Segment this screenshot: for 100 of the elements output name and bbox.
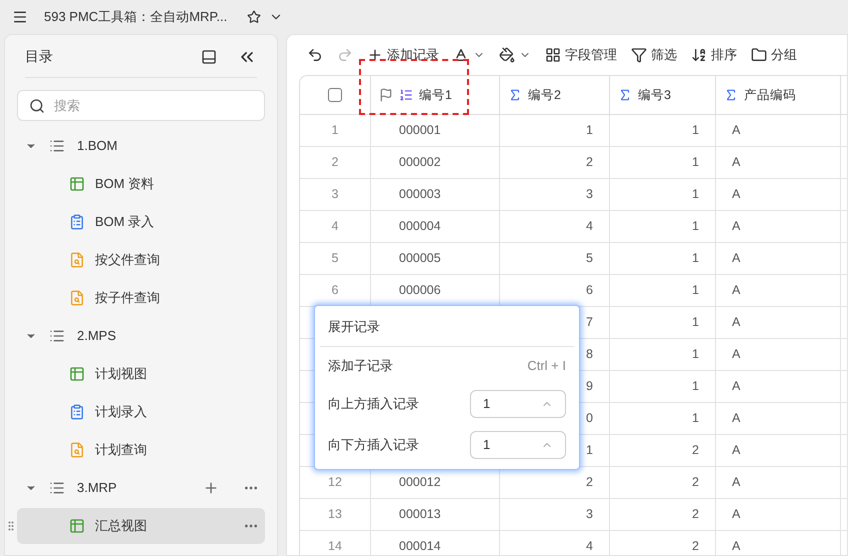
table-cell-text: 3 bbox=[586, 506, 593, 524]
tree-folder[interactable]: 2.MPS bbox=[17, 317, 265, 355]
row-number: 14 bbox=[328, 538, 342, 555]
select-all-checkbox[interactable] bbox=[328, 88, 342, 102]
menu-item[interactable]: 展开记录 bbox=[320, 310, 574, 344]
tree-item[interactable]: 计划视图 bbox=[17, 356, 265, 392]
window-title: 593 PMC工具箱：全自动MRP... bbox=[44, 8, 228, 26]
table-cell-text: 1 bbox=[692, 410, 699, 428]
table-cell-text: 2 bbox=[692, 506, 699, 524]
column-title: 编号2 bbox=[528, 86, 561, 104]
column-header[interactable]: 编号2 bbox=[500, 76, 610, 114]
number-input[interactable]: 1 bbox=[470, 430, 566, 458]
table-cell-text: A bbox=[732, 474, 740, 492]
table-cell-text: 2 bbox=[586, 154, 593, 172]
undo-icon[interactable] bbox=[307, 47, 323, 63]
item-label: BOM 资料 bbox=[95, 175, 156, 194]
toolbar-button[interactable] bbox=[499, 47, 531, 63]
folder-label: 1.BOM bbox=[77, 137, 118, 156]
table-cell-text: 2 bbox=[692, 538, 699, 555]
table-cell-text: 1 bbox=[692, 218, 699, 236]
table-cell-text: 4 bbox=[586, 538, 593, 555]
list-icon bbox=[49, 480, 65, 496]
menu-item-label: 向下方插入记录 bbox=[328, 436, 420, 454]
table-cell-text: 1 bbox=[692, 346, 699, 364]
table-icon bbox=[69, 518, 85, 534]
menu-icon[interactable] bbox=[12, 9, 28, 25]
menu-item-label: 添加子记录 bbox=[328, 357, 394, 376]
shortcut-label: Ctrl + I bbox=[527, 357, 566, 376]
sigma-icon bbox=[724, 88, 738, 102]
tree-item[interactable]: 计划查询 bbox=[17, 432, 265, 468]
search-field[interactable]: 搜索 bbox=[17, 90, 265, 121]
panel-icon[interactable] bbox=[201, 48, 217, 64]
tree-folder[interactable]: 1.BOM bbox=[17, 127, 265, 165]
table-cell-text: 2 bbox=[586, 474, 593, 492]
star-icon[interactable] bbox=[247, 10, 262, 24]
column-header[interactable]: 编号1 bbox=[371, 76, 500, 114]
table-cell-text: A bbox=[732, 442, 740, 460]
table-cell-text: 1 bbox=[586, 442, 593, 460]
row-number: 2 bbox=[332, 154, 338, 172]
tree-item[interactable]: 计划录入 bbox=[17, 394, 265, 430]
filter-icon bbox=[631, 47, 647, 63]
column-header[interactable]: 产品编码 bbox=[716, 76, 841, 114]
sidebar-title: 目录 bbox=[25, 47, 54, 66]
menu-item-label: 向上方插入记录 bbox=[328, 394, 420, 413]
item-label: 按父件查询 bbox=[95, 251, 161, 270]
table-cell-text: 1 bbox=[692, 186, 699, 204]
paint-bucket-icon bbox=[499, 47, 515, 63]
number-input[interactable]: 1 bbox=[470, 390, 566, 418]
table-cell-text: A bbox=[732, 122, 740, 140]
table-cell-text: 1 bbox=[586, 122, 593, 140]
clipboard-icon bbox=[69, 404, 85, 420]
table-cell-text: 6 bbox=[586, 282, 593, 300]
table-cell-text: 000004 bbox=[399, 218, 441, 236]
column-header[interactable]: 编号3 bbox=[610, 76, 716, 114]
column-title: 编号3 bbox=[638, 86, 671, 104]
row-number: 1 bbox=[332, 122, 338, 140]
table-cell-text: 7 bbox=[586, 314, 593, 332]
folder-label: 3.MRP bbox=[77, 479, 118, 498]
tree-item[interactable]: 按子件查询 bbox=[17, 280, 265, 316]
table-cell-text: A bbox=[732, 282, 740, 300]
table-cell-text: 3 bbox=[586, 186, 593, 204]
table-cell-text: 1 bbox=[692, 250, 699, 268]
tree-item[interactable]: BOM 资料 bbox=[17, 166, 265, 202]
table-cell-text: A bbox=[732, 506, 740, 524]
tree-folder[interactable]: 3.MRP bbox=[17, 469, 265, 507]
table-cell-text: A bbox=[732, 186, 740, 204]
folder-icon bbox=[751, 47, 767, 63]
table-cell-text: 2 bbox=[692, 474, 699, 492]
table-cell-text: A bbox=[732, 314, 740, 332]
table-cell-text: A bbox=[732, 154, 740, 172]
table-cell-text: 1 bbox=[692, 154, 699, 172]
add-icon[interactable] bbox=[203, 480, 219, 496]
toolbar-button[interactable]: 排序 bbox=[691, 45, 737, 65]
item-label: 计划录入 bbox=[95, 403, 148, 422]
input-value: 1 bbox=[483, 436, 492, 454]
table-cell-text: 000013 bbox=[399, 506, 441, 524]
item-label: BOM 录入 bbox=[95, 213, 156, 232]
table-cell-text: 000012 bbox=[399, 474, 441, 492]
numbered-list-icon bbox=[399, 88, 413, 102]
table-cell-text: 1 bbox=[692, 282, 699, 300]
list-icon bbox=[49, 328, 65, 344]
table-cell-text: 1 bbox=[692, 314, 699, 332]
toolbar-button[interactable]: 筛选 bbox=[631, 45, 677, 65]
row-number: 3 bbox=[332, 186, 338, 204]
table-cell-text: 000001 bbox=[399, 122, 441, 140]
item-label: 按子件查询 bbox=[95, 289, 161, 308]
table-cell-text: 9 bbox=[586, 378, 593, 396]
menu-item-label: 展开记录 bbox=[328, 318, 381, 336]
table-cell-text: 0 bbox=[586, 410, 593, 428]
sigma-icon bbox=[508, 88, 522, 102]
table-cell-text: A bbox=[732, 346, 740, 364]
tree-item[interactable]: BOM 录入 bbox=[17, 204, 265, 240]
item-label: 计划查询 bbox=[95, 441, 148, 460]
item-label: 汇总视图 bbox=[95, 517, 148, 536]
table-cell-text: 1 bbox=[692, 378, 699, 396]
tree-item[interactable]: 按父件查询 bbox=[17, 242, 265, 278]
table-cell-text: A bbox=[732, 538, 740, 555]
toolbar-button[interactable]: 字段管理 bbox=[545, 45, 617, 65]
menu-item[interactable]: 添加子记录 Ctrl + I bbox=[320, 349, 574, 383]
toolbar-button[interactable]: 分组 bbox=[751, 45, 797, 65]
